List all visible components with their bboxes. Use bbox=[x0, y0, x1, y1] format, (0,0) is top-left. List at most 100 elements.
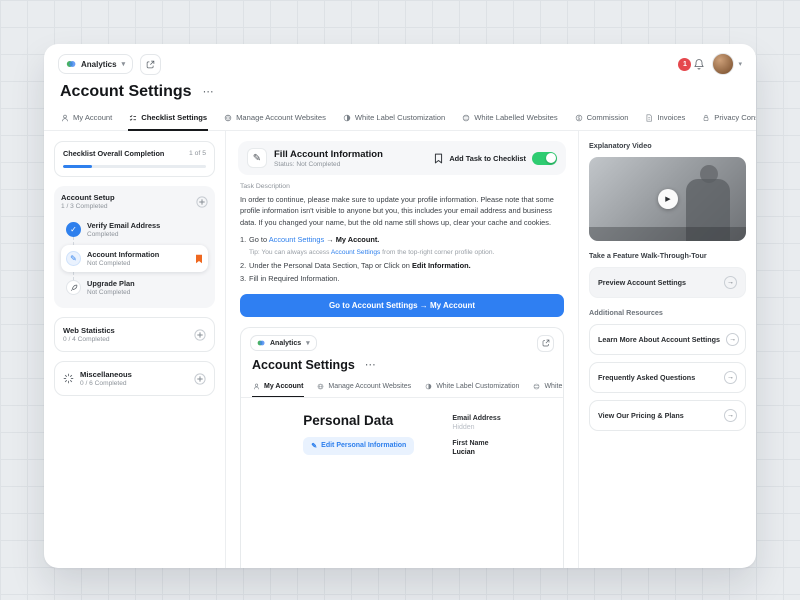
stack-globe-icon bbox=[533, 383, 540, 390]
coin-icon bbox=[575, 114, 583, 122]
workspace-logo-icon bbox=[66, 59, 76, 69]
checklist-group-miscellaneous[interactable]: Miscellaneous 0 / 6 Completed bbox=[54, 361, 215, 396]
field-value: Lucian bbox=[452, 449, 500, 456]
overall-completion-card: Checklist Overall Completion 1 of 5 bbox=[54, 141, 215, 177]
tab-label: Checklist Settings bbox=[141, 113, 207, 122]
tab-white-label-customization[interactable]: White Label Customization bbox=[342, 106, 446, 131]
preview-tab-my-account[interactable]: My Account bbox=[252, 377, 304, 398]
additional-resources-heading: Additional Resources bbox=[589, 308, 746, 317]
preview-account-settings-button[interactable]: Preview Account Settings → bbox=[589, 267, 746, 298]
tab-label: Privacy Consents bbox=[714, 113, 756, 122]
plus-circle-icon[interactable] bbox=[194, 329, 206, 341]
faq-button[interactable]: Frequently Asked Questions → bbox=[589, 362, 746, 393]
checklist-group-web-statistics[interactable]: Web Statistics 0 / 4 Completed bbox=[54, 317, 215, 352]
arrow-right-icon: → bbox=[724, 371, 737, 384]
task-description: In order to continue, please make sure t… bbox=[240, 194, 564, 228]
task-header: ✎ Fill Account Information Status: Not C… bbox=[238, 141, 566, 175]
item-label: Account Information bbox=[87, 250, 159, 259]
group-label: Account Setup bbox=[61, 193, 115, 202]
document-icon bbox=[645, 114, 653, 122]
plus-circle-icon[interactable] bbox=[196, 196, 208, 208]
overall-completion-count: 1 of 5 bbox=[189, 150, 206, 157]
explanatory-video-thumbnail[interactable]: ▶ bbox=[589, 157, 746, 241]
checklist-item-account-information[interactable]: ✎ Account Information Not Completed bbox=[61, 245, 208, 272]
page-header: Account Settings ⋯ bbox=[44, 80, 756, 106]
profile-menu[interactable]: ▾ bbox=[712, 53, 742, 75]
globe-icon bbox=[317, 383, 324, 390]
toggle-knob bbox=[546, 153, 556, 163]
workspace-name: Analytics bbox=[81, 60, 117, 69]
workspace-logo-icon bbox=[257, 339, 265, 347]
arrow-right-icon: → bbox=[724, 409, 737, 422]
overall-completion-label: Checklist Overall Completion bbox=[63, 149, 164, 158]
account-settings-link[interactable]: Account Settings bbox=[269, 235, 324, 244]
rocket-icon bbox=[66, 280, 81, 295]
personal-data-heading: Personal Data bbox=[303, 413, 414, 428]
preview-top-bar: Analytics ▾ bbox=[241, 328, 563, 356]
field-label: Email Address bbox=[452, 415, 500, 422]
play-icon[interactable]: ▶ bbox=[658, 189, 678, 209]
group-progress: 0 / 6 Completed bbox=[80, 380, 132, 387]
step-2: 2. Under the Personal Data Section, Tap … bbox=[240, 260, 564, 271]
tour-heading: Take a Feature Walk-Through-Tour bbox=[589, 251, 746, 260]
preview-content: Personal Data ✎ Edit Personal Informatio… bbox=[241, 398, 563, 476]
preview-tab-manage-account-websites[interactable]: Manage Account Websites bbox=[316, 377, 412, 398]
preview-workspace-switcher[interactable]: Analytics ▾ bbox=[250, 335, 317, 351]
field-email-address: Email Address Hidden bbox=[452, 415, 500, 431]
pricing-plans-button[interactable]: View Our Pricing & Plans → bbox=[589, 400, 746, 431]
step-number: 3. bbox=[240, 273, 249, 284]
tab-privacy-consents[interactable]: Privacy Consents bbox=[701, 106, 756, 131]
half-circle-icon bbox=[343, 114, 351, 122]
group-header-account-setup[interactable]: Account Setup 1 / 3 Completed bbox=[61, 193, 208, 210]
step-text: Fill in Required Information. bbox=[249, 273, 339, 284]
preview-page-menu-button[interactable]: ⋯ bbox=[363, 358, 378, 373]
tab-commission[interactable]: Commission bbox=[574, 106, 630, 131]
check-icon: ✓ bbox=[66, 222, 81, 237]
task-detail-panel: ✎ Fill Account Information Status: Not C… bbox=[226, 131, 578, 568]
notifications[interactable]: 1 bbox=[678, 58, 705, 71]
plus-circle-icon[interactable] bbox=[194, 373, 206, 385]
notification-badge: 1 bbox=[678, 58, 691, 71]
add-task-label: Add Task to Checklist bbox=[449, 154, 526, 163]
add-task-toggle[interactable] bbox=[532, 152, 557, 165]
open-external-button[interactable] bbox=[140, 54, 161, 75]
spinner-icon bbox=[63, 373, 74, 384]
task-body: Task Description In order to continue, p… bbox=[238, 175, 566, 568]
item-status: Not Completed bbox=[87, 260, 159, 267]
button-label: Learn More About Account Settings bbox=[598, 335, 720, 344]
group-progress: 0 / 4 Completed bbox=[63, 336, 115, 343]
preview-page-title: Account Settings bbox=[252, 358, 355, 372]
preview-tab-white-label-customization[interactable]: White Label Customization bbox=[424, 377, 520, 398]
item-status: Not Completed bbox=[87, 289, 135, 296]
preview-open-external-button[interactable] bbox=[537, 335, 554, 352]
step-text: Go to Account Settings → My Account. bbox=[249, 234, 379, 245]
step-1: 1. Go to Account Settings → My Account. bbox=[240, 234, 564, 245]
tab-checklist-settings[interactable]: Checklist Settings bbox=[128, 106, 208, 131]
page-menu-button[interactable]: ⋯ bbox=[201, 85, 216, 100]
avatar bbox=[712, 53, 734, 75]
tab-label: My Account bbox=[73, 113, 112, 122]
checklist-icon bbox=[129, 114, 137, 122]
checklist-item-verify-email-address[interactable]: ✓ Verify Email Address Completed bbox=[61, 216, 208, 243]
task-status: Status: Not Completed bbox=[274, 161, 383, 168]
learn-more-button[interactable]: Learn More About Account Settings → bbox=[589, 324, 746, 355]
edit-personal-information-button[interactable]: ✎ Edit Personal Information bbox=[303, 437, 414, 455]
go-to-account-settings-button[interactable]: Go to Account Settings → My Account bbox=[240, 294, 564, 317]
tab-label: White Label Customization bbox=[355, 113, 445, 122]
resources-panel: Explanatory Video ▶ Take a Feature Walk-… bbox=[578, 131, 756, 568]
account-settings-link[interactable]: Account Settings bbox=[331, 249, 380, 256]
user-icon bbox=[61, 114, 69, 122]
field-label: First Name bbox=[452, 440, 500, 447]
tab-label: Invoices bbox=[657, 113, 685, 122]
checklist-item-upgrade-plan[interactable]: Upgrade Plan Not Completed bbox=[61, 274, 208, 301]
page-title: Account Settings bbox=[60, 83, 192, 101]
task-description-heading: Task Description bbox=[240, 183, 564, 190]
workspace-switcher[interactable]: Analytics ▾ bbox=[58, 54, 133, 74]
preview-tab-white-labelled-websites[interactable]: White Labelled Websites bbox=[532, 377, 563, 398]
button-label: Preview Account Settings bbox=[598, 278, 686, 287]
tab-white-labelled-websites[interactable]: White Labelled Websites bbox=[461, 106, 558, 131]
tab-my-account[interactable]: My Account bbox=[60, 106, 113, 131]
tab-manage-account-websites[interactable]: Manage Account Websites bbox=[223, 106, 327, 131]
preview-page-header: Account Settings ⋯ bbox=[241, 356, 563, 377]
tab-invoices[interactable]: Invoices bbox=[644, 106, 686, 131]
